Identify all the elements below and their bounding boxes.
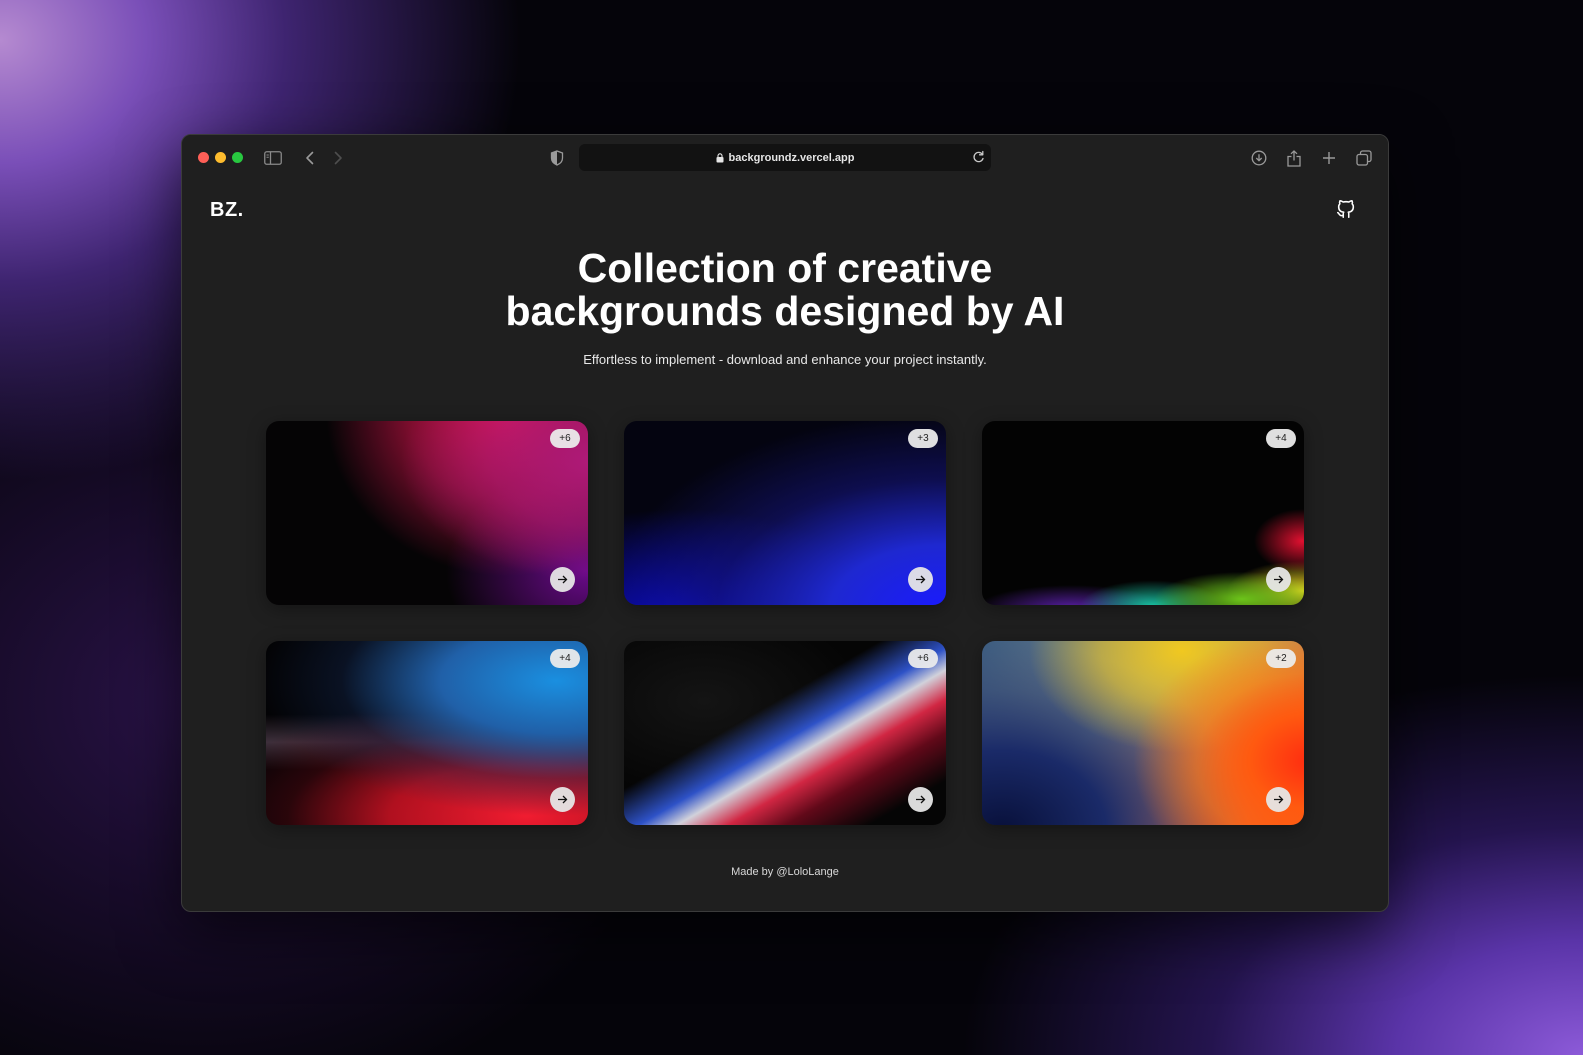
arrow-right-icon[interactable] (908, 787, 933, 812)
browser-window: backgroundz.vercel.app BZ. Collection of… (181, 134, 1389, 912)
tabs-overview-icon[interactable] (1353, 147, 1375, 169)
zoom-window-button[interactable] (232, 152, 243, 163)
title-line-2: backgrounds designed by AI (505, 288, 1065, 334)
chevron-left-icon[interactable] (299, 147, 321, 169)
background-card[interactable]: +2 (982, 641, 1304, 825)
lock-icon (716, 152, 724, 163)
arrow-right-icon[interactable] (1266, 567, 1291, 592)
background-card[interactable]: +4 (982, 421, 1304, 605)
background-card[interactable]: +6 (266, 421, 588, 605)
sidebar-icon[interactable] (262, 147, 284, 169)
browser-toolbar: backgroundz.vercel.app (182, 135, 1388, 179)
variant-count-badge: +6 (550, 429, 580, 448)
address-bar[interactable]: backgroundz.vercel.app (579, 144, 991, 171)
share-icon[interactable] (1283, 147, 1305, 169)
download-icon[interactable] (1248, 147, 1270, 169)
title-line-1: Collection of creative (577, 245, 993, 291)
background-card[interactable]: +3 (624, 421, 946, 605)
variant-count-badge: +4 (550, 649, 580, 668)
minimize-window-button[interactable] (215, 152, 226, 163)
site-logo[interactable]: BZ. (210, 199, 244, 222)
arrow-right-icon[interactable] (1266, 787, 1291, 812)
reload-icon[interactable] (972, 150, 985, 167)
url-text: backgroundz.vercel.app (728, 151, 855, 164)
background-card[interactable]: +6 (624, 641, 946, 825)
arrow-right-icon[interactable] (550, 567, 575, 592)
arrow-right-icon[interactable] (908, 567, 933, 592)
variant-count-badge: +3 (908, 429, 938, 448)
footer-credit[interactable]: Made by @LoloLange (182, 866, 1388, 878)
close-window-button[interactable] (198, 152, 209, 163)
page-subtitle: Effortless to implement - download and e… (583, 352, 987, 367)
github-icon[interactable] (1335, 198, 1357, 220)
variant-count-badge: +2 (1266, 649, 1296, 668)
chevron-right-icon[interactable] (327, 147, 349, 169)
arrow-right-icon[interactable] (550, 787, 575, 812)
variant-count-badge: +4 (1266, 429, 1296, 448)
plus-icon[interactable] (1318, 147, 1340, 169)
variant-count-badge: +6 (908, 649, 938, 668)
page-title: Collection of creative backgrounds desig… (182, 247, 1388, 333)
shield-icon[interactable] (546, 147, 568, 169)
background-card[interactable]: +4 (266, 641, 588, 825)
